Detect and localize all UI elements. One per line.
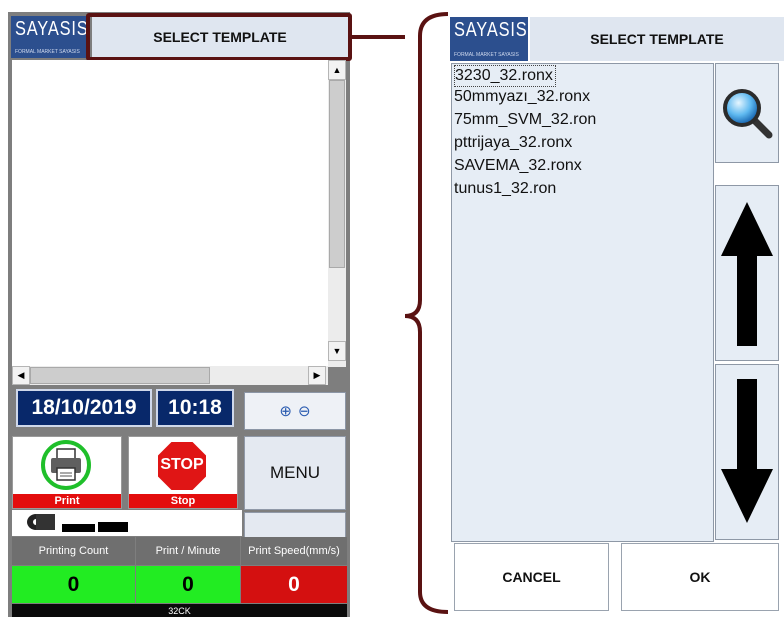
right-logo: SAYASIS FORMAL MARKET SAYASIS [450, 17, 528, 61]
horizontal-scrollbar[interactable]: ◀ ▶ [12, 366, 328, 385]
print-per-minute-value: 0 [136, 566, 240, 603]
vertical-scrollbar[interactable]: ▲ ▼ [328, 60, 346, 367]
stop-button[interactable]: STOP Stop [128, 436, 238, 509]
vertical-scroll-thumb[interactable] [329, 80, 345, 268]
printing-count-value: 0 [12, 566, 135, 603]
date-display: 18/10/2019 [16, 389, 152, 427]
logo-text: SAYASIS [15, 18, 89, 40]
scroll-right-button[interactable]: ▶ [308, 366, 326, 385]
title-highlight-box [86, 13, 352, 61]
zoom-out-icon[interactable]: ⊖ [298, 402, 311, 420]
callout-connector [350, 12, 449, 614]
logo-text: SAYASIS [454, 19, 528, 41]
printer-icon [41, 440, 91, 490]
ribbon-level-bar [98, 522, 128, 532]
menu-button[interactable]: MENU [244, 436, 346, 510]
scroll-down-button[interactable]: ▼ [328, 341, 346, 361]
arrow-down-icon [721, 379, 773, 523]
logo-tagline: FORMAL MARKET SAYASIS [15, 49, 80, 55]
ribbon-level-bar [62, 524, 95, 532]
template-preview-area[interactable] [12, 60, 329, 367]
print-speed-value: 0 [241, 566, 347, 603]
file-list-item[interactable]: 50mmyazı_32.ronx [454, 87, 590, 107]
scroll-down-button[interactable] [715, 364, 779, 540]
blank-button[interactable] [244, 512, 346, 538]
stop-label: Stop [129, 494, 237, 508]
label-roll-indicator [12, 510, 242, 536]
scroll-left-button[interactable]: ◀ [12, 366, 30, 385]
file-list-item[interactable]: pttrijaya_32.ronx [454, 133, 572, 153]
search-button[interactable] [715, 63, 779, 163]
arrow-up-icon [721, 202, 773, 346]
search-icon [723, 89, 773, 139]
print-label: Print [13, 494, 121, 508]
print-button[interactable]: Print [12, 436, 122, 509]
template-file-list[interactable]: 3230_32.ronx 50mmyazı_32.ronx 75mm_SVM_3… [451, 63, 714, 542]
scroll-up-button[interactable] [715, 185, 779, 361]
file-list-item[interactable]: SAVEMA_32.ronx [454, 156, 582, 176]
label-roll-icon [27, 514, 55, 530]
printing-count-label: Printing Count [12, 537, 135, 565]
print-per-minute-label: Print / Minute [136, 537, 240, 565]
file-list-item[interactable]: tunus1_32.ron [454, 179, 556, 199]
left-logo: SAYASIS FORMAL MARKET SAYASIS [11, 16, 89, 58]
right-page-title: SELECT TEMPLATE [530, 17, 784, 61]
horizontal-scroll-thumb[interactable] [30, 367, 210, 384]
zoom-controls: ⊕ ⊖ [244, 392, 346, 430]
cancel-button[interactable]: CANCEL [454, 543, 609, 611]
status-bar: 32CK [12, 604, 347, 617]
stop-sign-text: STOP [160, 456, 204, 473]
file-list-item-selected[interactable]: 3230_32.ronx [454, 65, 556, 87]
zoom-in-icon[interactable]: ⊕ [279, 402, 292, 420]
ok-button[interactable]: OK [621, 543, 779, 611]
print-speed-label: Print Speed(mm/s) [241, 537, 347, 565]
time-display: 10:18 [156, 389, 234, 427]
logo-tagline: FORMAL MARKET SAYASIS [454, 52, 519, 58]
file-list-item[interactable]: 75mm_SVM_32.ron [454, 110, 596, 130]
scroll-up-button[interactable]: ▲ [328, 60, 346, 80]
